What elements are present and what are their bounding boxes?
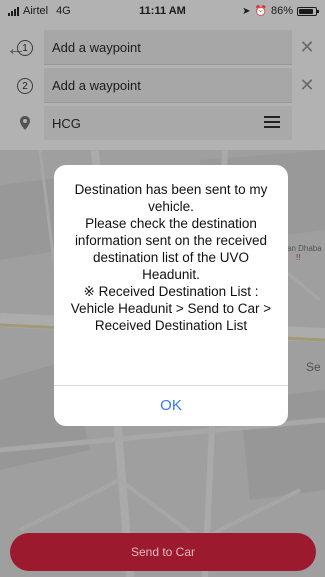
dialog-message: Destination has been sent to my vehicle.… [70,182,272,333]
send-to-car-button[interactable]: Send to Car [10,533,316,571]
location-icon: ➤ [242,5,251,17]
ok-button[interactable]: OK [54,386,288,426]
status-bar: Airtel 4G 11:11 AM ➤ ⏰ 86% [0,0,325,22]
alert-dialog: Destination has been sent to my vehicle.… [54,165,288,426]
alarm-icon: ⏰ [254,5,267,17]
status-right: ➤ ⏰ 86% [242,5,319,17]
battery-percent: 86% [270,5,293,17]
battery-icon [297,6,319,16]
